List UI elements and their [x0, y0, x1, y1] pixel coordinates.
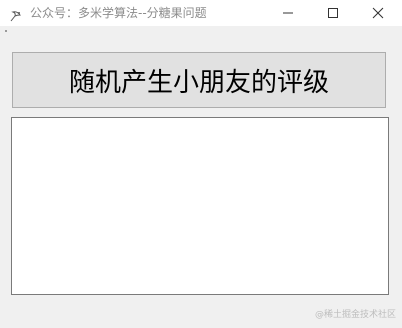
close-icon: [372, 7, 384, 19]
output-text-area[interactable]: [11, 117, 389, 295]
watermark: @稀土掘金技术社区: [314, 310, 396, 320]
generate-ratings-button[interactable]: 随机产生小朋友的评级: [12, 52, 386, 108]
maximize-icon: [328, 8, 338, 18]
window-resize-grip: [5, 30, 7, 32]
title-bar[interactable]: 公众号：多米学算法--分糖果问题: [0, 0, 402, 26]
minimize-icon: [283, 12, 293, 14]
app-feather-icon: [10, 7, 22, 22]
window-title: 公众号：多米学算法--分糖果问题: [30, 6, 207, 20]
close-button[interactable]: [355, 0, 401, 26]
maximize-button[interactable]: [310, 0, 356, 26]
minimize-button[interactable]: [265, 0, 311, 26]
app-window: 公众号：多米学算法--分糖果问题 随机产生小朋友的评级 @稀土掘金技术社区: [0, 0, 402, 328]
